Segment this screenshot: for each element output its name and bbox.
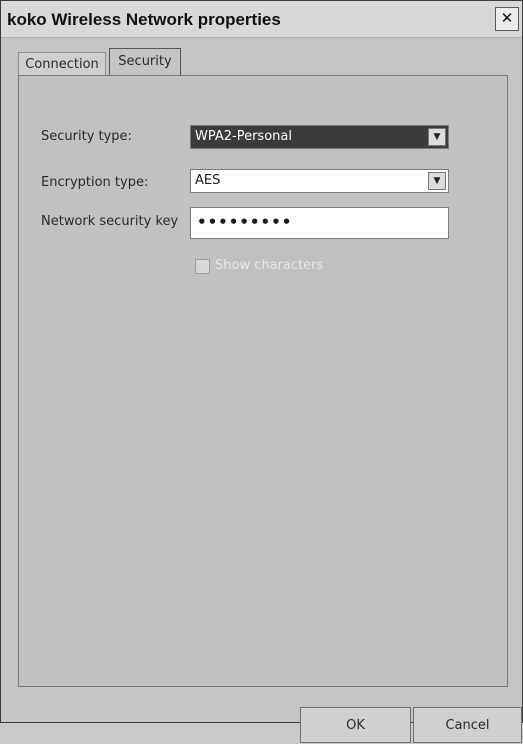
security-type-value: WPA2-Personal [195,129,292,144]
dropdown-arrow-icon[interactable]: ▼ [428,128,446,146]
encryption-type-value: AES [195,173,221,188]
close-icon[interactable]: ✕ [495,7,519,31]
security-type-label: Security type: [41,129,132,144]
encryption-type-label: Encryption type: [41,175,149,190]
network-security-key-value: ••••••••• [197,213,293,231]
security-type-select[interactable]: WPA2-Personal ▼ [190,125,449,149]
show-characters-label: Show characters [215,258,324,273]
properties-dialog: koko Wireless Network properties ✕ Conne… [0,0,523,743]
ok-button[interactable]: OK [300,707,411,743]
tab-security[interactable]: Security [109,48,181,77]
title-bar: koko Wireless Network properties ✕ [1,1,522,38]
tab-connection[interactable]: Connection [18,52,106,77]
network-security-key-input[interactable]: ••••••••• [190,207,449,239]
dropdown-arrow-icon[interactable]: ▼ [428,172,446,190]
show-characters-checkbox[interactable] [195,259,210,274]
network-security-key-label: Network security key [41,214,179,229]
encryption-type-select[interactable]: AES ▼ [190,169,449,193]
cancel-button[interactable]: Cancel [413,707,522,743]
security-panel [18,75,508,687]
window-title: koko Wireless Network properties [7,10,281,29]
